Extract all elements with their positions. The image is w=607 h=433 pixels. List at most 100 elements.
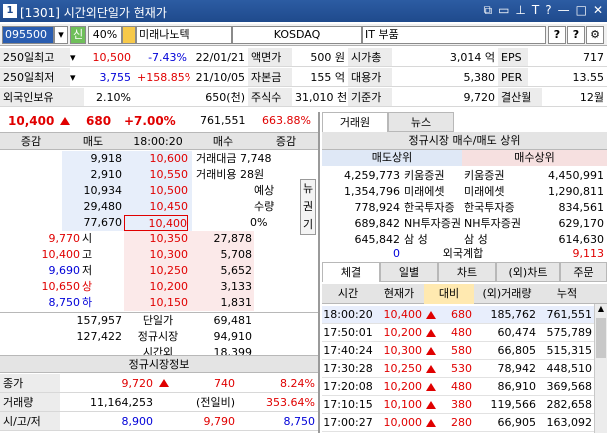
- close-rate: 8.24%: [238, 374, 318, 393]
- ask-price[interactable]: 10,450: [124, 199, 189, 215]
- total-bid: 69,481: [213, 314, 253, 327]
- minimize-icon[interactable]: —: [558, 3, 570, 18]
- tick-time: 18:00:20: [323, 308, 373, 321]
- sell-top-label: 매도상위: [322, 150, 462, 166]
- ask-price[interactable]: 10,600: [124, 151, 189, 167]
- info-label: 기준가: [348, 88, 392, 107]
- tick-diff: 680: [451, 308, 472, 321]
- font-icon[interactable]: T: [532, 3, 539, 18]
- dropdown-icon[interactable]: ▾: [70, 48, 84, 67]
- sell-broker[interactable]: 미래에셋: [404, 184, 444, 200]
- ask-price-current[interactable]: 10,400: [124, 215, 188, 231]
- tick-diff: 280: [451, 416, 472, 429]
- up-triangle-icon: [426, 347, 436, 355]
- up-triangle-icon: [156, 374, 176, 393]
- stock-code-input[interactable]: 095500: [2, 26, 54, 44]
- buy-broker[interactable]: 한국투자증: [464, 200, 515, 216]
- ohlc-value: 8,750: [48, 296, 81, 309]
- col-header: 대비: [424, 284, 474, 304]
- up-triangle-icon: [426, 401, 436, 409]
- tick-diff: 530: [451, 362, 472, 375]
- info-button[interactable]: ?: [567, 26, 585, 44]
- low-price: 8,750: [238, 412, 318, 431]
- tab-foreign-chart[interactable]: (외)차트: [496, 262, 560, 282]
- tick-price: 10,100: [383, 398, 423, 411]
- bid-price[interactable]: 10,150: [124, 295, 189, 311]
- orderbook: 9,918 10,600 2,910 10,550 10,934 10,500 …: [0, 151, 318, 359]
- orderbook-header: 증감 매도 18:00:20 매수 증감: [0, 132, 318, 150]
- tab-ticks[interactable]: 체결: [322, 262, 380, 282]
- tick-cumulative: 282,658: [546, 398, 593, 411]
- layout-icon[interactable]: ▭: [498, 3, 509, 18]
- ticks-scrollbar[interactable]: ▲: [594, 304, 607, 433]
- close-change: 740: [176, 374, 238, 393]
- current-price: 10,400: [8, 114, 55, 128]
- window-title: [1301] 시간외단일가 현재가: [20, 6, 167, 20]
- scroll-thumb[interactable]: [596, 318, 606, 358]
- info-label: 250일최고: [0, 48, 70, 67]
- buy-broker[interactable]: NH투자증권: [464, 216, 521, 232]
- tab-daily[interactable]: 일별: [380, 262, 438, 282]
- tick-row: 18:00:20 10,400 680 185,762 761,551: [322, 306, 594, 324]
- help-button[interactable]: ?: [548, 26, 566, 44]
- bid-price[interactable]: 10,300: [124, 247, 189, 263]
- tick-volume: 66,805: [497, 344, 537, 357]
- tab-broker[interactable]: 거래원: [322, 112, 388, 132]
- trade-cost: 거래비용 28원: [196, 168, 265, 181]
- info-value: 12월: [542, 88, 607, 107]
- settings-icon[interactable]: ⚙: [586, 26, 604, 44]
- foreign-buy: 9,113: [572, 247, 605, 260]
- info-rate: +158.85%: [134, 68, 190, 87]
- code-dropdown-icon[interactable]: ▾: [54, 26, 68, 44]
- bid-price[interactable]: 10,200: [124, 279, 189, 295]
- sell-qty: 4,259,773: [344, 169, 400, 182]
- ask-price[interactable]: 10,500: [124, 183, 189, 199]
- dropdown-icon[interactable]: ▾: [70, 68, 84, 87]
- sell-qty: 689,842: [354, 217, 401, 230]
- regular-volume: 11,164,253: [60, 393, 156, 412]
- ohlc-key: 시: [82, 232, 93, 245]
- help-icon[interactable]: ?: [545, 3, 551, 18]
- sell-broker[interactable]: 키움증권: [404, 168, 444, 184]
- buy-broker[interactable]: 미래에셋: [464, 184, 504, 200]
- side-tab-etc[interactable]: 기: [301, 216, 315, 234]
- tab-order[interactable]: 주문: [560, 262, 607, 282]
- bid-price[interactable]: 10,350: [124, 231, 189, 247]
- bid-qty: 5,652: [220, 264, 253, 277]
- info-label: 시가총: [348, 48, 392, 67]
- tick-diff: 480: [451, 326, 472, 339]
- info-value: 155 억: [292, 68, 348, 87]
- info-label: 대용가: [348, 68, 392, 87]
- side-tab-news[interactable]: 뉴: [301, 180, 315, 198]
- close-icon[interactable]: ✕: [593, 3, 603, 18]
- pin-icon[interactable]: ⊥: [515, 3, 525, 18]
- ask-price[interactable]: 10,550: [124, 167, 189, 183]
- scroll-up-icon[interactable]: ▲: [595, 304, 607, 316]
- sell-broker[interactable]: NH투자증권: [404, 216, 461, 232]
- bid-price[interactable]: 10,250: [124, 263, 189, 279]
- volume-pct: 663.88%: [262, 114, 311, 127]
- up-triangle-icon: [426, 365, 436, 373]
- tick-volume: 60,474: [497, 326, 537, 339]
- col-header: (외)거래량: [482, 287, 532, 300]
- bid-qty: 3,133: [220, 280, 253, 293]
- trade-amount: 거래대금 7,748: [196, 152, 272, 165]
- info-value: 5,380: [392, 68, 498, 87]
- buy-broker[interactable]: 키움증권: [464, 168, 504, 184]
- tick-time: 17:00:27: [323, 416, 373, 429]
- ohlc-value: 10,400: [41, 248, 81, 261]
- buy-qty: 1,290,811: [548, 185, 604, 198]
- side-tab-rights[interactable]: 권: [301, 198, 315, 216]
- lock-icon: [122, 26, 136, 44]
- tick-row: 17:30:28 10,250 530 78,942 448,510: [322, 360, 594, 378]
- sell-broker[interactable]: 한국투자증: [404, 200, 455, 216]
- maximize-icon[interactable]: □: [576, 3, 587, 18]
- info-rate: 650(천): [134, 88, 248, 107]
- tab-chart[interactable]: 차트: [438, 262, 496, 282]
- tick-volume: 119,566: [490, 398, 537, 411]
- tab-news[interactable]: 뉴스: [388, 112, 454, 132]
- link-icon[interactable]: ⧉: [484, 3, 493, 18]
- ask-qty: 2,910: [90, 168, 123, 181]
- tick-cumulative: 575,789: [546, 326, 593, 339]
- up-triangle-icon: [426, 329, 436, 337]
